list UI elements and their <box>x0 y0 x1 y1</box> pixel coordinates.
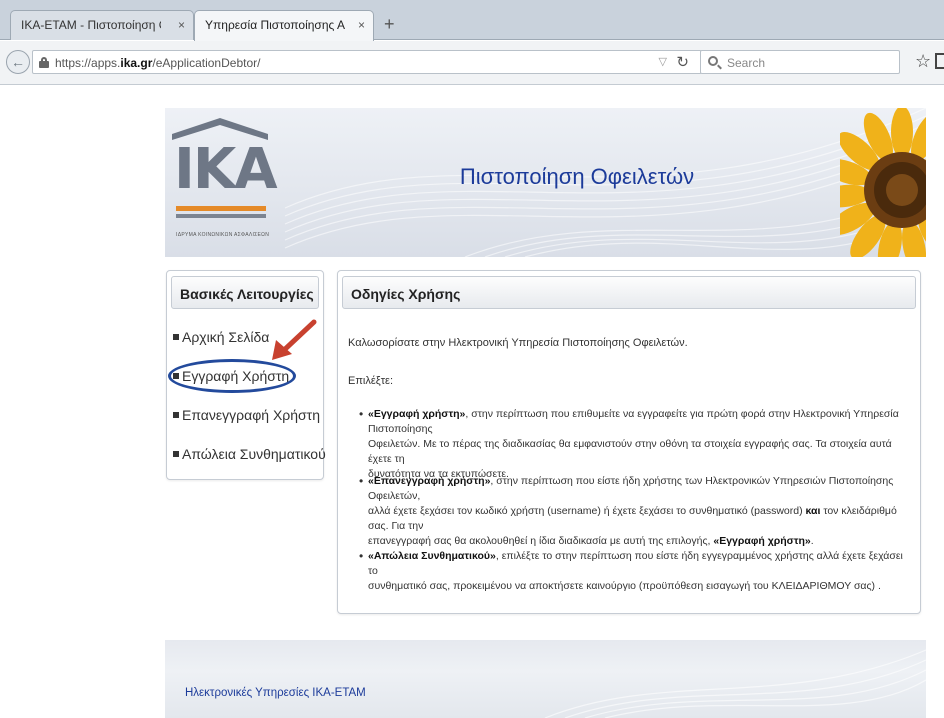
bullet-icon <box>173 334 179 340</box>
url-path: /eApplicationDebtor/ <box>152 56 261 70</box>
sidebar-item-lost-password[interactable]: Απώλεια Συνθηματικού <box>173 446 326 462</box>
tab-title: Υπηρεσία Πιστοποίησης Ατομ... <box>205 18 345 32</box>
content-title: Οδηγίες Χρήσης <box>342 276 916 309</box>
instruction-text: . <box>810 535 814 547</box>
content-panel: Οδηγίες Χρήσης Καλωσορίσατε στην Ηλεκτρο… <box>337 270 921 614</box>
footer-banner: Ηλεκτρονικές Υπηρεσίες ΙΚΑ-ΕΤΑΜ <box>165 640 926 718</box>
page-title: Πιστοποίηση Οφειλετών <box>459 164 695 189</box>
instruction-lost-password: • «Απώλεια Συνθηματικού», επιλέξτε το στ… <box>359 549 908 594</box>
option-name: «Επανεγγραφή χρήστη» <box>368 475 491 487</box>
sidebar-item-label: Επανεγγραφή Χρήστη <box>182 407 320 423</box>
instruction-text: συνθηματικό σας, προκειμένου να αποκτήσε… <box>368 580 881 592</box>
bullet-icon: • <box>359 549 364 563</box>
url-domain: ika.gr <box>120 56 153 70</box>
reload-icon[interactable]: ↻ <box>676 53 689 71</box>
bookmarks-icon[interactable] <box>935 53 944 69</box>
sidebar-item-home[interactable]: Αρχική Σελίδα <box>173 329 269 345</box>
search-input[interactable]: Search <box>700 50 900 74</box>
ika-logo: IKA ΙΔΡΥΜΑ ΚΟΙΝΩΝΙΚΩΝ ΑΣΦΑΛΙΣΕΩΝ <box>172 114 278 250</box>
instruction-emphasis: «Εγγραφή χρήστη» <box>713 535 811 547</box>
sidebar-item-label: Αρχική Σελίδα <box>182 329 270 345</box>
back-icon[interactable]: ← <box>6 50 30 74</box>
dropdown-icon[interactable]: ▽ <box>659 55 667 68</box>
option-name: «Εγγραφή χρήστη» <box>368 408 466 420</box>
bookmark-star-icon[interactable]: ☆ <box>915 51 931 72</box>
instruction-text: αλλά έχετε ξεχάσει τον κωδικό χρήστη (us… <box>368 505 806 517</box>
annotation-arrow-icon <box>272 319 317 360</box>
search-icon <box>708 56 718 66</box>
browser-tab-ika-etam[interactable]: IKA-ETAM - Πιστοποίηση Οφε... × <box>10 10 194 40</box>
option-name: «Απώλεια Συνθηματικού» <box>368 550 496 562</box>
logo-caption: ΙΔΡΥΜΑ ΚΟΙΝΩΝΙΚΩΝ ΑΣΦΑΛΙΣΕΩΝ <box>176 232 270 238</box>
browser-tab-certification[interactable]: Υπηρεσία Πιστοποίησης Ατομ... × <box>194 10 374 41</box>
highlight-ellipse <box>168 359 296 393</box>
tab-close-icon[interactable]: × <box>178 18 185 32</box>
logo-orange-bar <box>176 206 266 211</box>
header-banner: IKA ΙΔΡΥΜΑ ΚΟΙΝΩΝΙΚΩΝ ΑΣΦΑΛΙΣΕΩΝ Πιστοπο… <box>165 108 926 257</box>
url-prefix: https://apps. <box>55 56 121 70</box>
logo-text: IKA <box>174 137 278 202</box>
sidebar-item-label: Απώλεια Συνθηματικού <box>182 446 326 462</box>
lock-icon <box>39 57 49 68</box>
browser-nav-bar: ← https://apps.ika.gr/eApplicationDebtor… <box>0 41 944 85</box>
sidebar-item-reregister[interactable]: Επανεγγραφή Χρήστη <box>173 407 320 423</box>
browser-tab-bar: IKA-ETAM - Πιστοποίηση Οφε... × Υπηρεσία… <box>0 0 944 41</box>
tab-close-icon[interactable]: × <box>358 18 365 32</box>
choose-text: Επιλέξτε: <box>348 375 394 387</box>
search-placeholder: Search <box>727 56 766 70</box>
instruction-reregister: • «Επανεγγραφή χρήστη», στην περίπτωση π… <box>359 474 908 549</box>
sidebar-title: Βασικές Λειτουργίες <box>171 276 319 309</box>
new-tab-icon[interactable]: + <box>384 15 395 33</box>
bullet-icon <box>173 412 179 418</box>
instruction-register: • «Εγγραφή χρήστη», στην περίπτωση που ε… <box>359 407 908 482</box>
welcome-text: Καλωσορίσατε στην Ηλεκτρονική Υπηρεσία Π… <box>348 337 688 349</box>
logo-gray-bar <box>176 214 266 218</box>
bullet-icon <box>173 451 179 457</box>
bullet-icon: • <box>359 407 364 421</box>
instruction-text: επανεγγραφή σας θα ακολουθηθεί η ίδια δι… <box>368 535 714 547</box>
bullet-icon: • <box>359 474 364 488</box>
footer-waves <box>544 649 926 718</box>
tab-title: IKA-ETAM - Πιστοποίηση Οφε... <box>21 18 161 32</box>
instruction-text: Οφειλετών. Με το πέρας της διαδικασίας θ… <box>368 438 892 465</box>
footer-link[interactable]: Ηλεκτρονικές Υπηρεσίες ΙΚΑ-ΕΤΑΜ <box>185 687 366 699</box>
instruction-emphasis: και <box>805 505 821 517</box>
address-bar[interactable]: https://apps.ika.gr/eApplicationDebtor/ … <box>32 50 702 74</box>
sunflower-image <box>840 108 926 257</box>
